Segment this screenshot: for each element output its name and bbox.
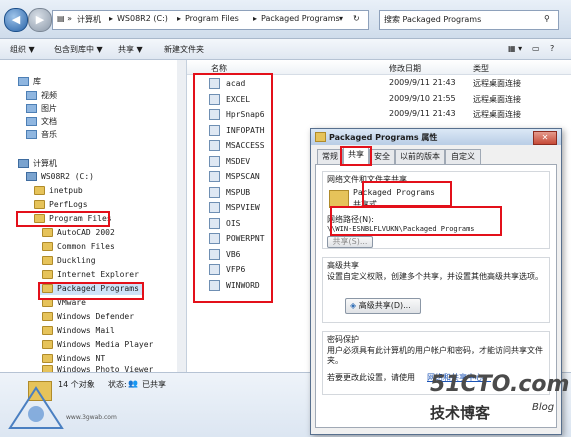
breadcrumb-drive[interactable]: WS08R2 (C:): [117, 14, 168, 23]
folder-icon: [42, 256, 53, 265]
nav-folder-duckling[interactable]: Duckling: [42, 255, 96, 267]
file-type: 远程桌面连接: [473, 79, 521, 88]
tab-customize[interactable]: 自定义: [445, 149, 481, 165]
search-placeholder: 搜索 Packaged Programs: [384, 15, 482, 24]
breadcrumb-computer[interactable]: 计算机: [77, 14, 101, 25]
share-menu-button[interactable]: 共享 ▼: [118, 44, 143, 55]
nav-drive-c[interactable]: WS08R2 (C:): [26, 171, 94, 183]
help-icon[interactable]: ?: [550, 44, 554, 53]
computer-icon: [18, 159, 29, 168]
password-protection-description: 用户必须具有此计算机的用户帐户和密码，才能访问共享文件夹。: [327, 346, 543, 365]
organize-button[interactable]: 组织 ▼: [10, 44, 35, 55]
refresh-icon[interactable]: ↻: [353, 14, 360, 23]
nav-folder-windows-mail[interactable]: Windows Mail: [42, 325, 115, 337]
drive-icon: [26, 172, 37, 181]
folder-icon: ▤ »: [57, 14, 72, 23]
watermark-logo: [8, 386, 64, 429]
password-protection-title: 密码保护: [327, 335, 359, 344]
highlight-program-files: [16, 211, 110, 227]
tab-previous-versions[interactable]: 以前的版本: [395, 149, 445, 165]
people-icon: 👥: [128, 379, 138, 388]
dropdown-arrow-icon[interactable]: ▾: [339, 14, 343, 23]
highlight-folder-share-state: [362, 181, 452, 207]
column-header-type[interactable]: 类型: [473, 63, 489, 74]
music-library-icon: [26, 130, 37, 139]
share-state: 已共享: [142, 380, 166, 389]
command-toolbar: 组织 ▼ 包含到库中 ▼ 共享 ▼ 新建文件夹 ▦ ▾ ▭ ?: [0, 39, 571, 60]
nav-folder-windows-nt[interactable]: Windows NT: [42, 353, 105, 365]
highlight-sharing-tab: [340, 146, 372, 166]
advanced-sharing-description: 设置自定义权限，创建多个共享，并设置其他高级共享选项。: [327, 272, 543, 281]
nav-library-pictures[interactable]: 图片: [26, 103, 57, 115]
highlight-network-path: [330, 206, 502, 236]
folder-icon: [315, 132, 326, 142]
document-library-icon: [26, 117, 37, 126]
folder-icon: [42, 270, 53, 279]
share-button[interactable]: 共享(S)...: [327, 236, 373, 248]
nav-folder-internet-explorer[interactable]: Internet Explorer: [42, 269, 139, 281]
nav-folder-windows-defender[interactable]: Windows Defender: [42, 311, 134, 323]
chevron-right-icon[interactable]: ▸: [177, 14, 181, 23]
dialog-title: Packaged Programs 属性: [329, 133, 438, 142]
folder-icon: [34, 200, 45, 209]
watermark-blog: Blog: [532, 402, 555, 413]
nav-computer[interactable]: 计算机: [18, 158, 57, 170]
address-bar-area: ◀ ▶ ▤ » 计算机 ▸ WS08R2 (C:) ▸ Program File…: [0, 0, 571, 39]
folder-icon: [34, 186, 45, 195]
include-in-library-button[interactable]: 包含到库中 ▼: [54, 44, 103, 55]
dialog-title-bar[interactable]: Packaged Programs 属性 ✕: [311, 129, 561, 145]
folder-icon: [42, 340, 53, 349]
nav-library-documents[interactable]: 文档: [26, 116, 57, 128]
share-state-label: 状态:: [108, 380, 127, 389]
breadcrumb-program-files[interactable]: Program Files: [185, 14, 239, 23]
picture-library-icon: [26, 104, 37, 113]
video-library-icon: [26, 91, 37, 100]
highlight-packaged-programs: [38, 282, 144, 300]
forward-button[interactable]: ▶: [28, 8, 52, 32]
nav-folder-windows-media-player[interactable]: Windows Media Player: [42, 339, 153, 351]
advanced-sharing-button[interactable]: ◈ 高级共享(D)...: [345, 298, 421, 314]
breadcrumb-packaged-programs[interactable]: Packaged Programs: [261, 14, 340, 23]
nav-library-music[interactable]: 音乐: [26, 129, 57, 141]
file-date: 2009/9/11 21:43: [389, 109, 456, 118]
search-icon[interactable]: ⚲: [544, 14, 550, 23]
search-input[interactable]: 搜索 Packaged Programs ⚲: [379, 10, 559, 30]
column-header-date[interactable]: 修改日期: [389, 63, 421, 74]
nav-scrollbar[interactable]: [177, 60, 186, 372]
watermark-site: 51CTO.com: [430, 372, 570, 397]
nav-library[interactable]: 库: [18, 76, 41, 88]
highlight-file-list: [193, 73, 273, 303]
nav-library-video[interactable]: 视频: [26, 90, 57, 102]
advanced-sharing-group: 高级共享 设置自定义权限，创建多个共享，并设置其他高级共享选项。 ◈ 高级共享(…: [322, 257, 550, 323]
file-type: 远程桌面连接: [473, 110, 521, 119]
chevron-right-icon[interactable]: ▸: [109, 14, 113, 23]
preview-pane-icon[interactable]: ▭: [532, 44, 540, 53]
file-date: 2009/9/10 21:55: [389, 93, 456, 103]
folder-icon: [42, 242, 53, 251]
shield-icon: ◈: [350, 301, 359, 310]
view-options-icon[interactable]: ▦ ▾: [508, 44, 522, 53]
folder-icon: [42, 354, 53, 363]
library-icon: [18, 77, 29, 86]
folder-icon: [42, 326, 53, 335]
nav-folder-common-files[interactable]: Common Files: [42, 241, 115, 253]
nav-folder-inetpub[interactable]: inetpub: [34, 185, 83, 197]
chevron-right-icon[interactable]: ▸: [253, 14, 257, 23]
file-type: 远程桌面连接: [473, 94, 521, 104]
close-button[interactable]: ✕: [533, 131, 557, 145]
advanced-sharing-title: 高级共享: [327, 261, 359, 270]
password-change-text: 若要更改此设置，请使用: [327, 373, 415, 382]
file-date: 2009/9/11 21:43: [389, 78, 456, 87]
folder-icon: [42, 312, 53, 321]
watermark-brand: 技术博客: [430, 404, 491, 422]
nav-folder-autocad[interactable]: AutoCAD 2002: [42, 227, 115, 239]
back-button[interactable]: ◀: [4, 8, 28, 32]
folder-icon: [42, 228, 53, 237]
tab-security[interactable]: 安全: [369, 149, 395, 165]
nav-folder-perflogs[interactable]: PerfLogs: [34, 199, 88, 211]
address-input[interactable]: ▤ » 计算机 ▸ WS08R2 (C:) ▸ Program Files ▸ …: [52, 10, 369, 30]
new-folder-button[interactable]: 新建文件夹: [164, 44, 204, 55]
watermark-small: www.3gwab.com: [66, 414, 117, 421]
